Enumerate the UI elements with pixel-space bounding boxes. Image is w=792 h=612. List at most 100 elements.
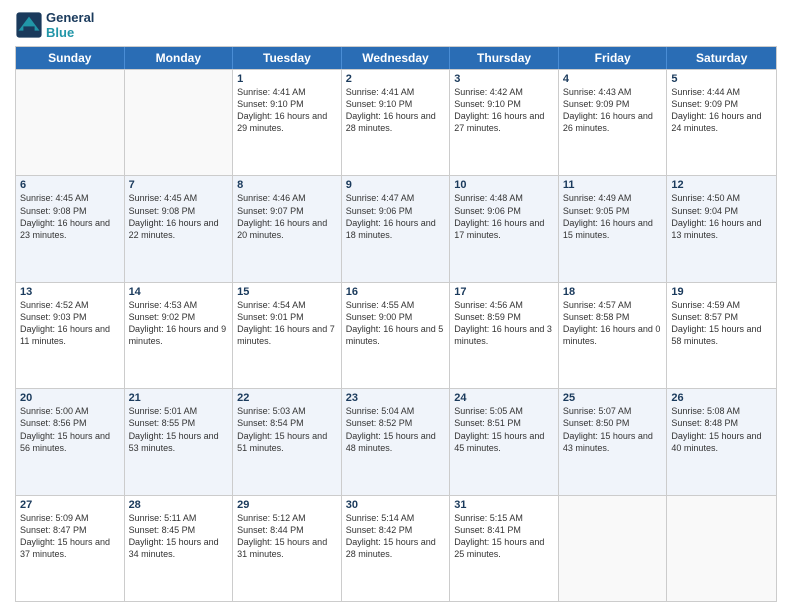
cell-day-number: 25 xyxy=(563,392,663,404)
calendar-cell-w4d2: 29Sunrise: 5:12 AM Sunset: 8:44 PM Dayli… xyxy=(233,496,342,601)
calendar-cell-w1d3: 9Sunrise: 4:47 AM Sunset: 9:06 PM Daylig… xyxy=(342,176,451,281)
calendar-cell-w3d5: 25Sunrise: 5:07 AM Sunset: 8:50 PM Dayli… xyxy=(559,389,668,494)
calendar-row-3: 20Sunrise: 5:00 AM Sunset: 8:56 PM Dayli… xyxy=(16,388,776,494)
cell-info: Sunrise: 4:43 AM Sunset: 9:09 PM Dayligh… xyxy=(563,86,663,135)
cell-info: Sunrise: 5:03 AM Sunset: 8:54 PM Dayligh… xyxy=(237,405,337,454)
cell-day-number: 2 xyxy=(346,73,446,85)
cell-day-number: 22 xyxy=(237,392,337,404)
cell-info: Sunrise: 5:01 AM Sunset: 8:55 PM Dayligh… xyxy=(129,405,229,454)
cell-day-number: 11 xyxy=(563,179,663,191)
cell-day-number: 30 xyxy=(346,499,446,511)
calendar-cell-w2d0: 13Sunrise: 4:52 AM Sunset: 9:03 PM Dayli… xyxy=(16,283,125,388)
cell-day-number: 29 xyxy=(237,499,337,511)
cell-info: Sunrise: 4:45 AM Sunset: 9:08 PM Dayligh… xyxy=(20,192,120,241)
calendar-cell-w0d1 xyxy=(125,70,234,175)
cell-day-number: 26 xyxy=(671,392,772,404)
calendar-cell-w1d6: 12Sunrise: 4:50 AM Sunset: 9:04 PM Dayli… xyxy=(667,176,776,281)
logo-icon xyxy=(15,11,43,39)
calendar-cell-w3d4: 24Sunrise: 5:05 AM Sunset: 8:51 PM Dayli… xyxy=(450,389,559,494)
cell-day-number: 21 xyxy=(129,392,229,404)
cell-day-number: 31 xyxy=(454,499,554,511)
calendar-cell-w0d5: 4Sunrise: 4:43 AM Sunset: 9:09 PM Daylig… xyxy=(559,70,668,175)
cell-info: Sunrise: 4:52 AM Sunset: 9:03 PM Dayligh… xyxy=(20,299,120,348)
header-day-tuesday: Tuesday xyxy=(233,47,342,69)
cell-day-number: 17 xyxy=(454,286,554,298)
calendar-cell-w2d1: 14Sunrise: 4:53 AM Sunset: 9:02 PM Dayli… xyxy=(125,283,234,388)
calendar-cell-w4d1: 28Sunrise: 5:11 AM Sunset: 8:45 PM Dayli… xyxy=(125,496,234,601)
cell-day-number: 12 xyxy=(671,179,772,191)
cell-info: Sunrise: 5:04 AM Sunset: 8:52 PM Dayligh… xyxy=(346,405,446,454)
header-day-monday: Monday xyxy=(125,47,234,69)
cell-info: Sunrise: 4:54 AM Sunset: 9:01 PM Dayligh… xyxy=(237,299,337,348)
cell-info: Sunrise: 4:55 AM Sunset: 9:00 PM Dayligh… xyxy=(346,299,446,348)
cell-day-number: 15 xyxy=(237,286,337,298)
calendar-cell-w2d4: 17Sunrise: 4:56 AM Sunset: 8:59 PM Dayli… xyxy=(450,283,559,388)
calendar-row-2: 13Sunrise: 4:52 AM Sunset: 9:03 PM Dayli… xyxy=(16,282,776,388)
header-day-thursday: Thursday xyxy=(450,47,559,69)
calendar-cell-w0d4: 3Sunrise: 4:42 AM Sunset: 9:10 PM Daylig… xyxy=(450,70,559,175)
cell-info: Sunrise: 5:09 AM Sunset: 8:47 PM Dayligh… xyxy=(20,512,120,561)
calendar: SundayMondayTuesdayWednesdayThursdayFrid… xyxy=(15,46,777,602)
calendar-body: 1Sunrise: 4:41 AM Sunset: 9:10 PM Daylig… xyxy=(16,69,776,601)
cell-day-number: 3 xyxy=(454,73,554,85)
cell-info: Sunrise: 5:11 AM Sunset: 8:45 PM Dayligh… xyxy=(129,512,229,561)
calendar-cell-w4d3: 30Sunrise: 5:14 AM Sunset: 8:42 PM Dayli… xyxy=(342,496,451,601)
cell-day-number: 20 xyxy=(20,392,120,404)
page: General Blue SundayMondayTuesdayWednesda… xyxy=(0,0,792,612)
cell-day-number: 24 xyxy=(454,392,554,404)
cell-day-number: 7 xyxy=(129,179,229,191)
cell-info: Sunrise: 5:05 AM Sunset: 8:51 PM Dayligh… xyxy=(454,405,554,454)
calendar-cell-w1d4: 10Sunrise: 4:48 AM Sunset: 9:06 PM Dayli… xyxy=(450,176,559,281)
calendar-cell-w3d6: 26Sunrise: 5:08 AM Sunset: 8:48 PM Dayli… xyxy=(667,389,776,494)
header-day-friday: Friday xyxy=(559,47,668,69)
cell-day-number: 8 xyxy=(237,179,337,191)
calendar-header: SundayMondayTuesdayWednesdayThursdayFrid… xyxy=(16,47,776,69)
cell-day-number: 1 xyxy=(237,73,337,85)
calendar-cell-w0d6: 5Sunrise: 4:44 AM Sunset: 9:09 PM Daylig… xyxy=(667,70,776,175)
cell-info: Sunrise: 4:57 AM Sunset: 8:58 PM Dayligh… xyxy=(563,299,663,348)
cell-info: Sunrise: 5:08 AM Sunset: 8:48 PM Dayligh… xyxy=(671,405,772,454)
calendar-cell-w1d2: 8Sunrise: 4:46 AM Sunset: 9:07 PM Daylig… xyxy=(233,176,342,281)
cell-day-number: 4 xyxy=(563,73,663,85)
cell-info: Sunrise: 4:56 AM Sunset: 8:59 PM Dayligh… xyxy=(454,299,554,348)
cell-info: Sunrise: 5:00 AM Sunset: 8:56 PM Dayligh… xyxy=(20,405,120,454)
cell-day-number: 13 xyxy=(20,286,120,298)
calendar-cell-w0d2: 1Sunrise: 4:41 AM Sunset: 9:10 PM Daylig… xyxy=(233,70,342,175)
calendar-cell-w4d5 xyxy=(559,496,668,601)
logo-text: General Blue xyxy=(46,10,94,40)
cell-info: Sunrise: 4:41 AM Sunset: 9:10 PM Dayligh… xyxy=(237,86,337,135)
calendar-cell-w4d4: 31Sunrise: 5:15 AM Sunset: 8:41 PM Dayli… xyxy=(450,496,559,601)
cell-day-number: 18 xyxy=(563,286,663,298)
cell-info: Sunrise: 4:59 AM Sunset: 8:57 PM Dayligh… xyxy=(671,299,772,348)
calendar-cell-w3d1: 21Sunrise: 5:01 AM Sunset: 8:55 PM Dayli… xyxy=(125,389,234,494)
cell-info: Sunrise: 4:44 AM Sunset: 9:09 PM Dayligh… xyxy=(671,86,772,135)
cell-info: Sunrise: 4:46 AM Sunset: 9:07 PM Dayligh… xyxy=(237,192,337,241)
calendar-cell-w2d3: 16Sunrise: 4:55 AM Sunset: 9:00 PM Dayli… xyxy=(342,283,451,388)
calendar-cell-w1d0: 6Sunrise: 4:45 AM Sunset: 9:08 PM Daylig… xyxy=(16,176,125,281)
cell-day-number: 27 xyxy=(20,499,120,511)
calendar-row-4: 27Sunrise: 5:09 AM Sunset: 8:47 PM Dayli… xyxy=(16,495,776,601)
cell-info: Sunrise: 5:14 AM Sunset: 8:42 PM Dayligh… xyxy=(346,512,446,561)
header-day-saturday: Saturday xyxy=(667,47,776,69)
calendar-cell-w3d2: 22Sunrise: 5:03 AM Sunset: 8:54 PM Dayli… xyxy=(233,389,342,494)
calendar-cell-w3d3: 23Sunrise: 5:04 AM Sunset: 8:52 PM Dayli… xyxy=(342,389,451,494)
cell-day-number: 19 xyxy=(671,286,772,298)
calendar-row-1: 6Sunrise: 4:45 AM Sunset: 9:08 PM Daylig… xyxy=(16,175,776,281)
calendar-cell-w0d0 xyxy=(16,70,125,175)
cell-info: Sunrise: 5:15 AM Sunset: 8:41 PM Dayligh… xyxy=(454,512,554,561)
cell-day-number: 10 xyxy=(454,179,554,191)
cell-day-number: 16 xyxy=(346,286,446,298)
cell-day-number: 6 xyxy=(20,179,120,191)
cell-day-number: 23 xyxy=(346,392,446,404)
cell-info: Sunrise: 4:45 AM Sunset: 9:08 PM Dayligh… xyxy=(129,192,229,241)
cell-info: Sunrise: 4:47 AM Sunset: 9:06 PM Dayligh… xyxy=(346,192,446,241)
calendar-cell-w1d1: 7Sunrise: 4:45 AM Sunset: 9:08 PM Daylig… xyxy=(125,176,234,281)
calendar-cell-w3d0: 20Sunrise: 5:00 AM Sunset: 8:56 PM Dayli… xyxy=(16,389,125,494)
cell-day-number: 9 xyxy=(346,179,446,191)
calendar-cell-w0d3: 2Sunrise: 4:41 AM Sunset: 9:10 PM Daylig… xyxy=(342,70,451,175)
cell-info: Sunrise: 5:12 AM Sunset: 8:44 PM Dayligh… xyxy=(237,512,337,561)
cell-day-number: 5 xyxy=(671,73,772,85)
calendar-cell-w2d2: 15Sunrise: 4:54 AM Sunset: 9:01 PM Dayli… xyxy=(233,283,342,388)
calendar-cell-w1d5: 11Sunrise: 4:49 AM Sunset: 9:05 PM Dayli… xyxy=(559,176,668,281)
cell-info: Sunrise: 4:53 AM Sunset: 9:02 PM Dayligh… xyxy=(129,299,229,348)
